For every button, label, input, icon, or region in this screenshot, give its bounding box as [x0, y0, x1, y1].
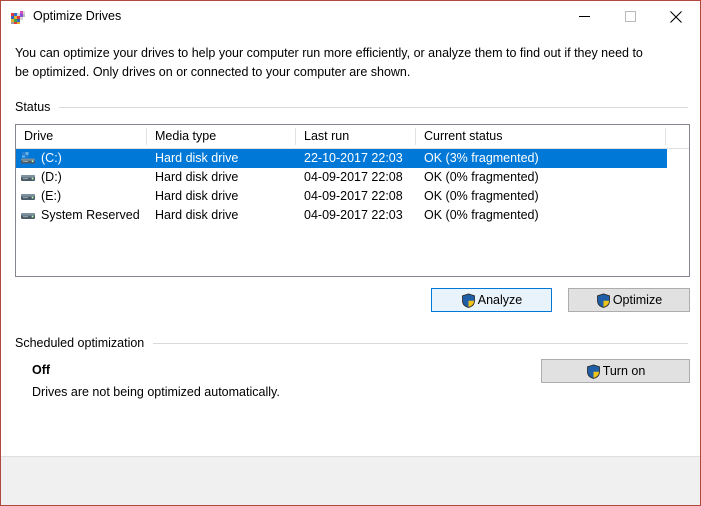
column-header-drive[interactable]: Drive — [16, 125, 147, 148]
cell-last-run: 04-09-2017 22:03 — [304, 206, 416, 225]
maximize-icon[interactable] — [607, 1, 653, 32]
table-row[interactable]: (E:) Hard disk drive 04-09-2017 22:08 OK (0… — [16, 187, 689, 206]
cell-current-status: OK (3% fragmented) — [424, 149, 667, 168]
cell-current-status: OK (0% fragmented) — [424, 187, 667, 206]
cell-last-run: 04-09-2017 22:08 — [304, 187, 416, 206]
column-header-last-run-label: Last run — [304, 129, 349, 143]
close-icon[interactable] — [653, 1, 699, 32]
scheduled-optimization-group-header: Scheduled optimization — [15, 336, 688, 350]
defrag-blocks-icon — [10, 9, 26, 25]
hard-drive-icon — [20, 207, 36, 223]
cell-drive: System Reserved — [16, 206, 147, 225]
cell-media-type: Hard disk drive — [155, 206, 296, 225]
optimize-button[interactable]: Optimize — [568, 288, 690, 312]
hard-drive-icon — [20, 169, 36, 185]
status-group-label: Status — [15, 100, 59, 114]
system-hard-drive-icon — [20, 150, 36, 166]
column-header-drive-label: Drive — [24, 129, 53, 143]
cell-last-run: 22-10-2017 22:03 — [304, 149, 416, 168]
scheduled-optimization-rule — [153, 343, 688, 344]
schedule-state: Off — [32, 363, 50, 377]
cell-current-status: OK (0% fragmented) — [424, 168, 667, 187]
optimize-drives-window: Optimize Drives You can optimize your dr… — [0, 0, 701, 506]
cell-media-type: Hard disk drive — [155, 168, 296, 187]
cell-drive: (D:) — [16, 168, 147, 187]
optimize-button-label: Optimize — [613, 294, 662, 307]
uac-shield-icon — [586, 364, 601, 379]
uac-shield-icon — [596, 293, 611, 308]
column-header-media-type-label: Media type — [155, 129, 216, 143]
cell-current-status: OK (0% fragmented) — [424, 206, 667, 225]
column-header-last-run[interactable]: Last run — [296, 125, 416, 148]
analyze-button-label: Analyze — [478, 294, 522, 307]
dialog-description: You can optimize your drives to help you… — [15, 44, 655, 82]
column-header-current-status[interactable]: Current status — [416, 125, 666, 148]
title-bar: Optimize Drives — [1, 1, 700, 33]
cell-drive: (E:) — [16, 187, 147, 206]
uac-shield-icon — [461, 293, 476, 308]
table-row[interactable]: (D:) Hard disk drive 04-09-2017 22:08 OK (0… — [16, 168, 689, 187]
drive-list-header: Drive Media type Last run Current status — [16, 125, 689, 149]
cell-last-run: 04-09-2017 22:08 — [304, 168, 416, 187]
cell-media-type: Hard disk drive — [155, 149, 296, 168]
status-group-rule — [59, 107, 688, 108]
drive-list[interactable]: Drive Media type Last run Current status… — [15, 124, 690, 277]
schedule-detail: Drives are not being optimized automatic… — [32, 385, 280, 399]
status-group-header: Status — [15, 100, 688, 114]
drive-name: (D:) — [41, 170, 62, 184]
column-divider[interactable] — [665, 128, 666, 145]
drive-name: (C:) — [41, 151, 62, 165]
turn-on-button[interactable]: Turn on — [541, 359, 690, 383]
drive-name: (E:) — [41, 189, 61, 203]
table-row[interactable]: (C:) Hard disk drive 22-10-2017 22:03 OK (3… — [16, 149, 667, 168]
cell-drive: (C:) — [16, 149, 147, 168]
drive-list-body: (C:) Hard disk drive 22-10-2017 22:03 OK (3… — [16, 149, 689, 225]
scheduled-optimization-label: Scheduled optimization — [15, 336, 153, 350]
cell-media-type: Hard disk drive — [155, 187, 296, 206]
analyze-button[interactable]: Analyze — [431, 288, 552, 312]
column-header-current-status-label: Current status — [424, 129, 503, 143]
turn-on-button-label: Turn on — [603, 365, 646, 378]
hard-drive-icon — [20, 188, 36, 204]
column-header-media-type[interactable]: Media type — [147, 125, 296, 148]
drive-name: System Reserved — [41, 208, 140, 222]
minimize-icon[interactable] — [561, 1, 607, 32]
dialog-footer: Close — [1, 456, 700, 506]
window-title: Optimize Drives — [33, 8, 121, 25]
table-row[interactable]: System Reserved Hard disk drive 04-09-2017… — [16, 206, 689, 225]
